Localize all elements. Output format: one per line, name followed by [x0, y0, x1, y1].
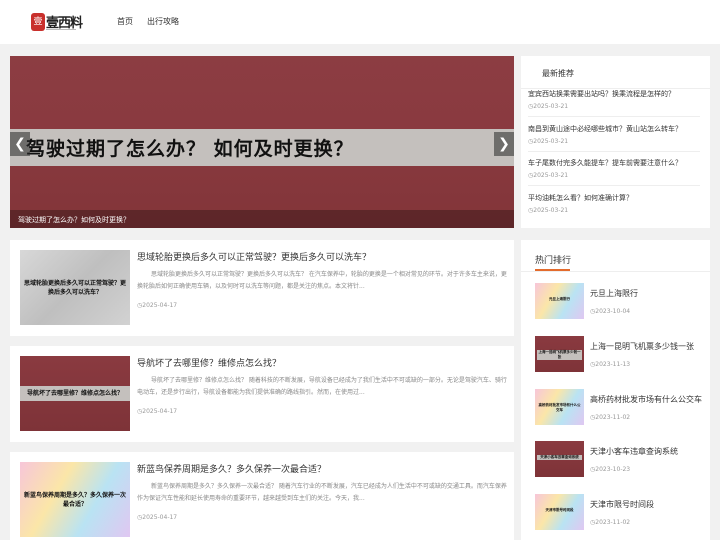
hot-item-title[interactable]: 高桥药材批发市场有什么公交车 — [590, 394, 702, 405]
site-logo[interactable]: 壹 壹西料 — [31, 11, 83, 35]
hot-item-thumbnail[interactable]: 高桥药材批发市场有什么公交车 — [535, 389, 584, 425]
latest-item-date: ◷2025-03-21 — [528, 172, 569, 179]
hot-item-date: ◷2023-11-02 — [590, 414, 631, 421]
latest-item-title[interactable]: 南昌到黄山途中必经哪些城市？黄山站怎么转车？ — [528, 124, 682, 134]
hot-ranking-panel: 热门排行 元旦上海限行 元旦上海限行 ◷2023-10-04 上海一昆明飞机票多… — [521, 240, 710, 540]
thumbnail-text: 元旦上海限行 — [549, 297, 570, 301]
logo-underline — [46, 29, 76, 32]
latest-item-title[interactable]: 平均油耗怎么看？如何准确计算？ — [528, 193, 633, 203]
article-title[interactable]: 思域轮胎更换后多久可以正常驾驶？更换后多久可以洗车？ — [137, 250, 371, 263]
article-title[interactable]: 新蓝鸟保养周期是多久？多久保养一次最合适？ — [137, 462, 326, 475]
thumbnail-text: 新蓝鸟保养周期是多久？多久保养一次最合适？ — [24, 492, 127, 508]
article-date: ◷2025-04-17 — [137, 302, 178, 309]
hot-item-title[interactable]: 天津市限号时间段 — [590, 499, 654, 510]
hot-item[interactable]: 天津市限号时间段 天津市限号时间段 ◷2023-11-02 — [535, 494, 705, 534]
article-summary: 导航坏了去哪里修？维修点怎么找？ 随着科技的不断发展，导航设备已经成为了我们生活… — [137, 377, 507, 396]
latest-item[interactable]: 车子尾数付完多久能提车？提车前需要注意什么？ ◷2025-03-21 — [528, 158, 704, 192]
site-header: 壹 壹西料 首页 出行攻略 — [0, 0, 720, 44]
divider — [521, 271, 710, 272]
divider — [528, 116, 700, 117]
hot-title: 热门排行 — [535, 256, 572, 266]
hot-item-thumbnail[interactable]: 天津市限号时间段 — [535, 494, 584, 530]
article-card[interactable]: 思域轮胎更换后多久可以正常驾驶？更换后多久可以洗车？ 思域轮胎更换后多久可以正常… — [10, 240, 514, 336]
latest-item[interactable]: 宜宾西站换乘需要出站吗？换乘流程是怎样的？ ◷2025-03-21 — [528, 89, 704, 123]
article-thumbnail[interactable]: 导航坏了去哪里修？维修点怎么找？ — [20, 356, 130, 431]
article-thumbnail[interactable]: 思域轮胎更换后多久可以正常驾驶？更换后多久可以洗车？ — [20, 250, 130, 325]
latest-item[interactable]: 南昌到黄山途中必经哪些城市？黄山站怎么转车？ ◷2025-03-21 — [528, 124, 704, 158]
latest-item-date: ◷2025-03-21 — [528, 103, 569, 110]
hot-title-underline — [535, 269, 570, 271]
thumbnail-text: 上海一昆明飞机票多少钱一张 — [537, 350, 582, 360]
hot-item[interactable]: 天津小客车违章查询系统 天津小客车违章查询系统 ◷2023-10-23 — [535, 441, 705, 481]
nav-home[interactable]: 首页 — [117, 16, 133, 27]
hot-item[interactable]: 高桥药材批发市场有什么公交车 高桥药材批发市场有什么公交车 ◷2023-11-0… — [535, 389, 705, 429]
latest-item-title[interactable]: 车子尾数付完多久能提车？提车前需要注意什么？ — [528, 158, 682, 168]
divider — [528, 185, 700, 186]
logo-seal: 壹 — [31, 13, 45, 31]
article-date: ◷2025-04-17 — [137, 514, 178, 521]
latest-recommend-panel: 最新推荐 宜宾西站换乘需要出站吗？换乘流程是怎样的？ ◷2025-03-21 南… — [521, 56, 710, 228]
hot-item-thumbnail[interactable]: 元旦上海限行 — [535, 283, 584, 319]
divider — [528, 151, 700, 152]
latest-title: 最新推荐 — [542, 69, 574, 78]
thumbnail-text: 思域轮胎更换后多久可以正常驾驶？更换后多久可以洗车？ — [24, 280, 127, 296]
thumbnail-text: 导航坏了去哪里修？维修点怎么找？ — [26, 390, 123, 397]
hot-item[interactable]: 上海一昆明飞机票多少钱一张 上海一昆明飞机票多少钱一张 ◷2023-11-13 — [535, 336, 705, 376]
article-card[interactable]: 导航坏了去哪里修？维修点怎么找？ 导航坏了去哪里修？维修点怎么找？ 导航坏了去哪… — [10, 346, 514, 442]
latest-item[interactable]: 平均油耗怎么看？如何准确计算？ ◷2025-03-21 — [528, 193, 704, 227]
nav-travel-guide[interactable]: 出行攻略 — [147, 16, 179, 27]
chevron-left-icon[interactable]: ❮ — [10, 132, 30, 156]
banner-headline: 驾驶过期了怎么办？ 如何及时更换？ — [26, 138, 354, 160]
hot-item[interactable]: 元旦上海限行 元旦上海限行 ◷2023-10-04 — [535, 283, 705, 323]
article-summary: 思域轮胎更换后多久可以正常驾驶？更换后多久可以洗车？ 在汽车保养中，轮胎的更换是… — [137, 271, 507, 290]
chevron-right-icon[interactable]: ❯ — [494, 132, 514, 156]
hot-item-thumbnail[interactable]: 天津小客车违章查询系统 — [535, 441, 584, 477]
thumbnail-text: 天津市限号时间段 — [545, 508, 574, 512]
banner-caption-bar: 驾驶过期了怎么办？如何及时更换？ — [10, 210, 514, 228]
latest-item-date: ◷2025-03-21 — [528, 207, 569, 214]
article-title[interactable]: 导航坏了去哪里修？维修点怎么找？ — [137, 356, 281, 369]
latest-item-date: ◷2025-03-21 — [528, 138, 569, 145]
hot-item-date: ◷2023-10-23 — [590, 466, 631, 473]
hot-item-date: ◷2023-11-02 — [590, 519, 631, 526]
hot-item-title[interactable]: 上海一昆明飞机票多少钱一张 — [590, 341, 694, 352]
article-card[interactable]: 新蓝鸟保养周期是多久？多久保养一次最合适？ 新蓝鸟保养周期是多久？多久保养一次最… — [10, 452, 514, 540]
banner-caption[interactable]: 驾驶过期了怎么办？如何及时更换？ — [18, 215, 130, 225]
article-summary: 新蓝鸟保养周期是多久？多久保养一次最合适？ 随着汽车行业的不断发展，汽车已经成为… — [137, 483, 507, 502]
hot-item-date: ◷2023-11-13 — [590, 361, 631, 368]
article-thumbnail[interactable]: 新蓝鸟保养周期是多久？多久保养一次最合适？ — [20, 462, 130, 537]
hot-item-date: ◷2023-10-04 — [590, 308, 631, 315]
thumbnail-text: 天津小客车违章查询系统 — [537, 455, 582, 460]
hot-item-title[interactable]: 元旦上海限行 — [590, 288, 638, 299]
thumbnail-text: 高桥药材批发市场有什么公交车 — [538, 403, 581, 412]
hot-item-title[interactable]: 天津小客车违章查询系统 — [590, 446, 678, 457]
banner-carousel[interactable]: 驾驶过期了怎么办？ 如何及时更换？ ❮ ❯ 驾驶过期了怎么办？如何及时更换？ — [10, 56, 514, 228]
hot-item-thumbnail[interactable]: 上海一昆明飞机票多少钱一张 — [535, 336, 584, 372]
latest-item-title[interactable]: 宜宾西站换乘需要出站吗？换乘流程是怎样的？ — [528, 89, 675, 99]
article-date: ◷2025-04-17 — [137, 408, 178, 415]
